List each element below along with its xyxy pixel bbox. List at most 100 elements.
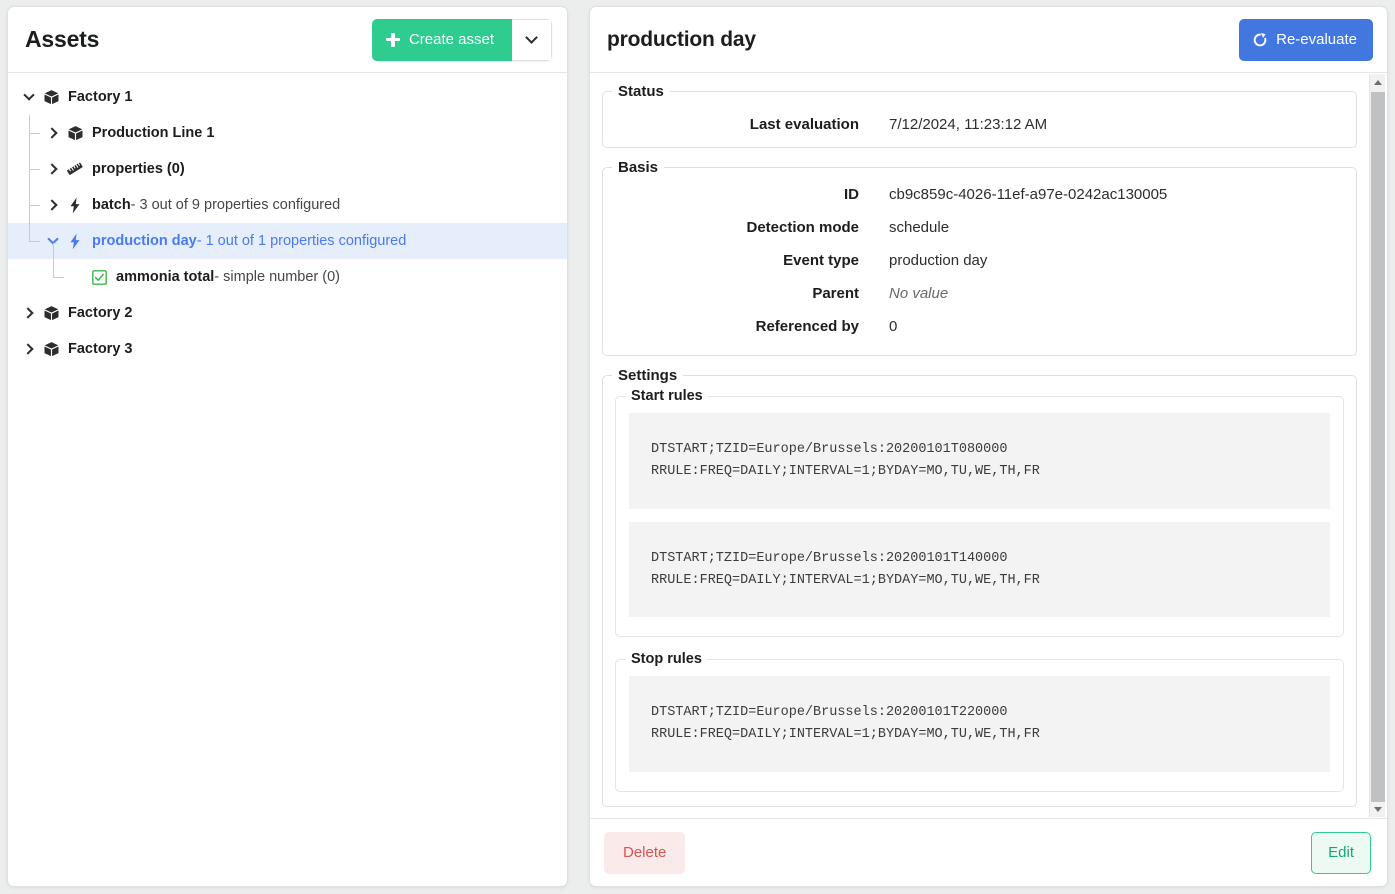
bolt-icon	[64, 233, 86, 250]
detail-row-value: production day	[889, 252, 988, 269]
tree-item-description: - simple number (0)	[214, 269, 340, 285]
detail-row-label: Last evaluation	[749, 116, 859, 133]
tree-toggle[interactable]	[18, 343, 40, 355]
delete-button[interactable]: Delete	[604, 831, 686, 874]
tree-item-label: Factory 1	[68, 89, 133, 105]
scroll-down-button[interactable]	[1370, 801, 1386, 817]
tree-toggle[interactable]	[42, 127, 64, 139]
detail-row-value: cb9c859c-4026-11ef-a97e-0242ac130005	[889, 186, 1168, 203]
detail-row-value: schedule	[889, 219, 950, 236]
chevron-down-icon	[525, 31, 538, 44]
tree-item-production-line-1[interactable]: Production Line 1	[8, 115, 567, 151]
tree-item-batch[interactable]: batch - 3 out of 9 properties configured	[8, 187, 567, 223]
tree-item-properties-0[interactable]: properties (0)	[8, 151, 567, 187]
cube-icon	[40, 305, 62, 322]
page-title: Assets	[25, 26, 100, 52]
settings-legend: Settings	[618, 367, 678, 384]
detail-row: Referenced by 0	[617, 318, 1342, 335]
tree-toggle[interactable]	[18, 307, 40, 319]
detail-row: Parent No value	[617, 285, 1342, 302]
detail-row: Detection mode schedule	[617, 219, 1342, 236]
tree-item-label: production day	[92, 233, 197, 249]
detail-panel-header: production day Re-evaluate	[590, 7, 1387, 73]
chevron-right-icon	[45, 199, 58, 211]
settings-section: Settings Start rules DTSTART;TZID=Europe…	[602, 367, 1357, 808]
detail-row-label: Referenced by	[755, 318, 859, 335]
tree-item-label: ammonia total	[116, 269, 215, 285]
edit-button[interactable]: Edit	[1311, 831, 1371, 874]
cube-icon	[40, 341, 62, 358]
tree-guide-line	[29, 133, 40, 134]
start-rules-section: Start rules DTSTART;TZID=Europe/Brussels…	[615, 388, 1344, 638]
chevron-right-icon	[21, 343, 34, 355]
assets-panel-header: Assets Create asset	[8, 7, 567, 73]
detail-row: ID cb9c859c-4026-11ef-a97e-0242ac130005	[617, 186, 1342, 203]
tree-toggle[interactable]	[42, 199, 64, 211]
tree-item-label: Factory 3	[68, 341, 133, 357]
cube-icon	[64, 125, 86, 142]
start-rules-list: DTSTART;TZID=Europe/Brussels:20200101T08…	[616, 413, 1343, 618]
detail-row-value: 7/12/2024, 11:23:12 AM	[889, 116, 1048, 133]
tree-item-ammonia-total[interactable]: ammonia total - simple number (0)	[8, 259, 567, 295]
re-evaluate-button[interactable]: Re-evaluate	[1239, 18, 1373, 61]
tree-toggle[interactable]	[18, 89, 40, 101]
app-root: Assets Create asset Factory 1 Production …	[0, 0, 1395, 894]
chevron-down-icon	[23, 89, 35, 101]
detail-row-value: No value	[889, 285, 949, 302]
basis-rows: ID cb9c859c-4026-11ef-a97e-0242ac130005 De…	[603, 176, 1356, 355]
tree-guide-line	[29, 169, 40, 170]
detail-footer: Delete Edit	[590, 818, 1387, 886]
tree-item-label: Production Line 1	[92, 125, 215, 141]
tree-item-label: properties (0)	[92, 161, 185, 177]
detail-row-label: Event type	[783, 252, 859, 269]
chevron-right-icon	[45, 163, 58, 175]
cube-icon	[40, 89, 62, 106]
basis-section: Basis ID cb9c859c-4026-11ef-a97e-0242ac13…	[602, 159, 1357, 356]
tree-item-description: - 1 out of 1 properties configured	[196, 233, 407, 249]
tree-item-factory-2[interactable]: Factory 2	[8, 295, 567, 331]
rule-code-block: DTSTART;TZID=Europe/Brussels:20200101T08…	[629, 413, 1330, 509]
detail-body: Status Last evaluation 7/12/2024, 11:23:1…	[590, 73, 1387, 818]
refresh-icon	[1253, 32, 1267, 46]
detail-row-label: ID	[844, 186, 859, 203]
basis-legend: Basis	[618, 159, 659, 176]
detail-row-label: Detection mode	[746, 219, 859, 236]
create-asset-button[interactable]: Create asset	[371, 18, 512, 61]
rule-code-block: DTSTART;TZID=Europe/Brussels:20200101T22…	[629, 676, 1330, 773]
status-section: Status Last evaluation 7/12/2024, 11:23:1…	[602, 83, 1357, 148]
create-asset-group: Create asset	[371, 18, 552, 61]
rule-code-block: DTSTART;TZID=Europe/Brussels:20200101T14…	[629, 521, 1330, 618]
tree-guide-line	[53, 243, 54, 277]
tree-item-label: batch	[92, 197, 131, 213]
tree-item-label: Factory 2	[68, 305, 133, 321]
triangle-up-icon	[1374, 79, 1382, 85]
tree-toggle[interactable]	[42, 163, 64, 175]
status-legend: Status	[618, 83, 664, 100]
start-rules-legend: Start rules	[631, 388, 703, 404]
status-rows: Last evaluation 7/12/2024, 11:23:12 AM	[603, 100, 1356, 147]
re-evaluate-label: Re-evaluate	[1276, 31, 1357, 48]
tree-item-description: - 3 out of 9 properties configured	[130, 197, 341, 213]
checkbox-checked-icon	[88, 269, 110, 285]
create-asset-dropdown-button[interactable]	[512, 18, 552, 61]
scrollbar-thumb[interactable]	[1371, 92, 1385, 802]
chevron-right-icon	[45, 127, 58, 139]
tree-guide-line	[29, 205, 40, 206]
tree-item-production-day[interactable]: production day - 1 out of 1 properties c…	[8, 223, 567, 259]
detail-panel: production day Re-evaluate Status Last e…	[589, 6, 1388, 887]
stop-rules-list: DTSTART;TZID=Europe/Brussels:20200101T22…	[616, 676, 1343, 773]
detail-scrollbar[interactable]	[1369, 74, 1385, 817]
tree-guide-line	[29, 241, 40, 242]
detail-row-value: 0	[889, 318, 898, 335]
detail-title: production day	[607, 27, 756, 51]
plus-icon	[385, 32, 400, 47]
triangle-down-icon	[1374, 806, 1382, 812]
scroll-up-button[interactable]	[1370, 74, 1386, 90]
stop-rules-section: Stop rules DTSTART;TZID=Europe/Brussels:…	[615, 651, 1344, 793]
asset-tree: Factory 1 Production Line 1 properties (0)…	[8, 73, 567, 367]
ruler-icon	[64, 160, 86, 178]
tree-item-factory-3[interactable]: Factory 3	[8, 331, 567, 367]
tree-guide-line	[53, 277, 64, 278]
tree-item-factory-1[interactable]: Factory 1	[8, 79, 567, 115]
detail-row: Last evaluation 7/12/2024, 11:23:12 AM	[617, 116, 1342, 133]
